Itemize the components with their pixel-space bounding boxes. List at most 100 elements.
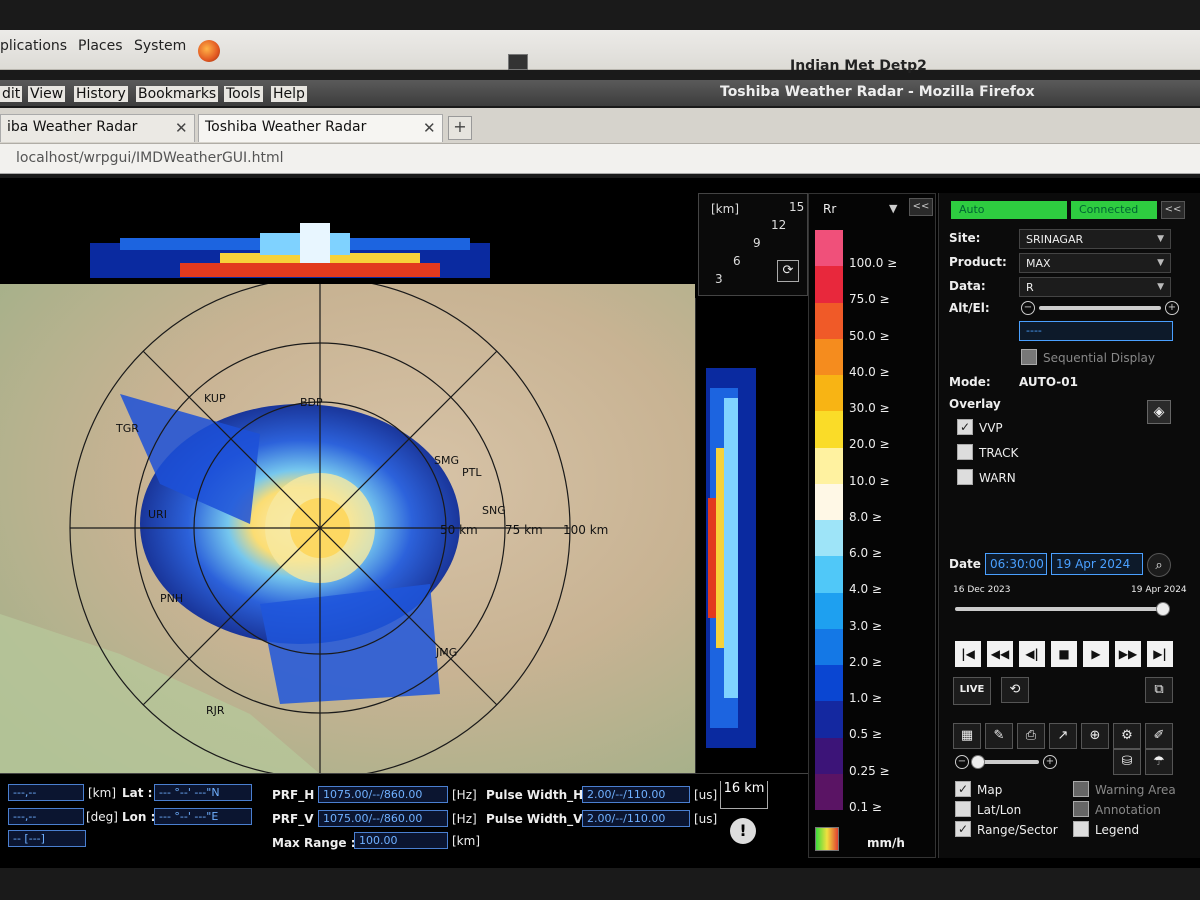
date-input[interactable]: 19 Apr 2024: [1051, 553, 1143, 575]
search-icon[interactable]: ⌕: [1147, 553, 1171, 577]
play-button[interactable]: ▶: [1083, 641, 1109, 667]
lat-lon-checkbox[interactable]: [955, 801, 971, 817]
range-unit: [km]: [88, 786, 117, 800]
pen-icon[interactable]: ✎: [985, 723, 1013, 749]
overlay-label: Overlay: [949, 397, 1001, 411]
warn-label: WARN: [979, 471, 1016, 485]
track-checkbox[interactable]: [957, 444, 973, 460]
legend-band: [815, 737, 843, 774]
minus-icon[interactable]: −: [1021, 301, 1035, 315]
zoom-icon[interactable]: ⊕: [1081, 723, 1109, 749]
url-text[interactable]: localhost/wrpgui/IMDWeatherGUI.html: [16, 150, 284, 166]
legend-band: [815, 411, 843, 448]
umbrella-icon[interactable]: ☂: [1145, 749, 1173, 775]
prf-h-value: 1075.00/--/860.00: [318, 786, 448, 803]
url-bar[interactable]: localhost/wrpgui/IMDWeatherGUI.html: [0, 144, 1200, 174]
max-range-value: 100.00: [354, 832, 448, 849]
plus-icon[interactable]: +: [1043, 755, 1057, 769]
palette-icon[interactable]: [815, 827, 839, 851]
data-select[interactable]: R ▼: [1019, 277, 1171, 297]
sequential-display-checkbox[interactable]: [1021, 349, 1037, 365]
os-menu-applications[interactable]: plications: [0, 38, 67, 54]
firefox-icon[interactable]: [198, 40, 220, 62]
last-frame-button[interactable]: ▶|: [1147, 641, 1173, 667]
os-menu-places[interactable]: Places: [78, 38, 123, 54]
auto-status[interactable]: Auto: [951, 201, 1067, 219]
database-icon[interactable]: ⛁: [1113, 749, 1141, 775]
new-tab-button[interactable]: +: [448, 116, 472, 140]
alert-icon[interactable]: !: [730, 818, 756, 844]
menu-edit[interactable]: dit: [0, 86, 23, 102]
annotate-icon[interactable]: ✐: [1145, 723, 1173, 749]
opacity-knob[interactable]: [971, 755, 985, 769]
connection-status: Connected: [1071, 201, 1157, 219]
legend-color-bar: [815, 230, 843, 810]
rewind-button[interactable]: ◀◀: [987, 641, 1013, 667]
os-menu-system[interactable]: System: [134, 38, 186, 54]
close-icon[interactable]: ✕: [423, 119, 436, 137]
warn-checkbox[interactable]: [957, 469, 973, 485]
annotation-checkbox[interactable]: [1073, 801, 1089, 817]
menu-help[interactable]: Help: [271, 86, 307, 102]
legend-value-label: 4.0 ≥: [849, 582, 882, 597]
export-icon[interactable]: ⧉: [1145, 677, 1173, 703]
plus-icon[interactable]: +: [1165, 301, 1179, 315]
menu-tools[interactable]: Tools: [224, 86, 263, 102]
product-value: MAX: [1026, 257, 1051, 270]
refresh-icon[interactable]: ⟲: [1001, 677, 1029, 703]
chevron-down-icon[interactable]: ▼: [889, 202, 897, 215]
legend-value-label: 20.0 ≥: [849, 437, 890, 452]
warning-area-checkbox[interactable]: [1073, 781, 1089, 797]
map-checkbox[interactable]: ✓: [955, 781, 971, 797]
collapse-legend-button[interactable]: <<: [909, 198, 933, 216]
menu-bookmarks[interactable]: Bookmarks: [136, 86, 219, 102]
range-sector-checkbox[interactable]: ✓: [955, 821, 971, 837]
station-label: KUP: [204, 392, 226, 405]
lon-readout: --- °--' ---"E: [154, 808, 252, 825]
range-end-label: 19 Apr 2024: [1131, 585, 1187, 595]
legend-band: [815, 665, 843, 702]
tab-label: iba Weather Radar: [7, 119, 138, 135]
vvp-checkbox[interactable]: ✓: [957, 419, 973, 435]
live-button[interactable]: LIVE: [953, 677, 991, 705]
range-label: 100 km: [563, 523, 608, 537]
scale-bar: 16 km: [720, 781, 768, 809]
layers-icon[interactable]: ◈: [1147, 400, 1171, 424]
close-icon[interactable]: ✕: [175, 119, 188, 137]
minus-icon[interactable]: −: [955, 755, 969, 769]
alt-el-input[interactable]: ----: [1019, 321, 1173, 341]
site-select[interactable]: SRINAGAR ▼: [1019, 229, 1171, 249]
max-range-label: Max Range :: [272, 836, 356, 850]
terminal-icon[interactable]: [508, 54, 528, 70]
timeline-knob[interactable]: [1155, 602, 1170, 616]
tab-radar-1[interactable]: iba Weather Radar ✕: [0, 114, 195, 142]
legend-product[interactable]: Rr: [823, 202, 836, 216]
timeline-slider[interactable]: [955, 607, 1167, 611]
alt-el-slider[interactable]: [1039, 306, 1161, 310]
site-label: Site:: [949, 231, 981, 245]
share-icon[interactable]: ↗: [1049, 723, 1077, 749]
fast-forward-button[interactable]: ▶▶: [1115, 641, 1141, 667]
range-start-label: 16 Dec 2023: [953, 585, 1011, 595]
legend-checkbox[interactable]: [1073, 821, 1089, 837]
step-back-button[interactable]: ◀|: [1019, 641, 1045, 667]
annotation-label: Annotation: [1095, 803, 1161, 817]
tab-radar-2[interactable]: Toshiba Weather Radar ✕: [198, 114, 443, 142]
azimuth-readout: ---,--: [8, 808, 84, 825]
grid-icon[interactable]: ▦: [953, 723, 981, 749]
ppi-map[interactable]: 50 km 75 km 100 km KUP TGR BDP URI SMG P…: [0, 284, 695, 774]
lat-lon-label: Lat/Lon: [977, 803, 1022, 817]
time-input[interactable]: 06:30:00: [985, 553, 1047, 575]
menu-view[interactable]: View: [28, 86, 66, 102]
product-select[interactable]: MAX ▼: [1019, 253, 1171, 273]
legend-value-label: 10.0 ≥: [849, 473, 890, 488]
stop-button[interactable]: ■: [1051, 641, 1077, 667]
legend-unit: mm/h: [867, 836, 905, 850]
settings-icon[interactable]: ⚙: [1113, 723, 1141, 749]
reset-icon[interactable]: ⟳: [777, 260, 799, 282]
radar-map[interactable]: 50 km 75 km 100 km KUP TGR BDP URI SMG P…: [0, 284, 695, 774]
first-frame-button[interactable]: |◀: [955, 641, 981, 667]
collapse-panel-button[interactable]: <<: [1161, 201, 1185, 219]
print-icon[interactable]: ⎙: [1017, 723, 1045, 749]
menu-history[interactable]: History: [74, 86, 128, 102]
